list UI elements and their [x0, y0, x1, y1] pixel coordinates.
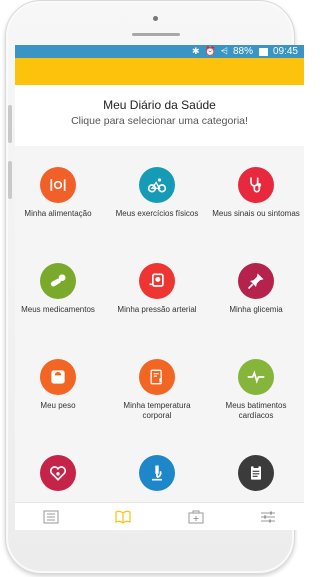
category-item-11[interactable]: [111, 455, 203, 497]
category-temperature[interactable]: Minha temperatura corporal: [111, 359, 203, 421]
category-label: Meus sinais ou sintomas: [212, 209, 300, 218]
category-grid: Minha alimentação Meus exercícios físico…: [15, 146, 304, 502]
scale-icon: [40, 359, 76, 395]
category-label: Meus medicamentos: [21, 305, 95, 314]
tab-list[interactable]: [15, 503, 87, 530]
category-symptoms[interactable]: Meus sinais ou sintomas: [210, 167, 302, 219]
pin-icon: [238, 263, 274, 299]
category-blood-pressure[interactable]: Minha pressão arterial: [111, 263, 203, 315]
stethoscope-icon: [238, 167, 274, 203]
signal-icon: ⩤: [220, 46, 228, 56]
book-icon: [115, 510, 131, 524]
alarm-icon: ⏰: [204, 46, 216, 56]
pills-icon: [40, 263, 76, 299]
tab-first-aid[interactable]: [160, 503, 232, 530]
category-label: Meus exercícios físicos: [115, 209, 199, 218]
category-food[interactable]: Minha alimentação: [15, 167, 104, 219]
app-bar: [15, 58, 304, 85]
clock: 09:45: [272, 46, 298, 57]
food-icon: [40, 167, 76, 203]
bluetooth-icon: ✱: [191, 46, 200, 56]
category-label: Minha alimentação: [24, 209, 92, 218]
thermometer-icon: [139, 359, 175, 395]
category-glycemia[interactable]: Minha glicemia: [210, 263, 302, 315]
sliders-icon: [260, 511, 275, 522]
heartbeat-icon: [238, 359, 274, 395]
volume-up-button: [8, 105, 12, 143]
category-medications[interactable]: Meus medicamentos: [15, 263, 104, 315]
category-label: Meus batimentos cardíacos: [225, 401, 287, 420]
category-label: Minha pressão arterial: [117, 305, 197, 314]
category-item-12[interactable]: [210, 455, 302, 497]
list-icon: [43, 510, 59, 523]
category-heart-rate[interactable]: Meus batimentos cardíacos: [210, 359, 302, 421]
volume-down-button: [8, 161, 12, 199]
battery-icon: [258, 47, 268, 56]
blood-pressure-icon: [139, 263, 175, 299]
page-subtitle: Clique para selecionar uma categoria!: [71, 115, 248, 127]
category-label: Minha glicemia: [229, 305, 283, 314]
category-label: Minha temperatura corporal: [123, 401, 191, 420]
battery-percent: 88%: [232, 46, 253, 57]
heart-stethoscope-icon: [40, 455, 76, 491]
category-exercise[interactable]: Meus exercícios físicos: [111, 167, 203, 219]
page-header: Meu Diário da Saúde Clique para selecion…: [15, 85, 304, 146]
tab-settings[interactable]: [232, 503, 304, 530]
tab-diary[interactable]: [87, 503, 159, 530]
first-aid-icon: [188, 510, 204, 523]
app-screen: ✱ ⏰ ⩤ 88% 09:45 Meu Diário da Saúde Cliq…: [15, 45, 304, 530]
page-title: Meu Diário da Saúde: [103, 98, 216, 112]
bicycle-icon: [139, 167, 175, 203]
front-camera: [153, 16, 158, 21]
category-weight[interactable]: Meu peso: [15, 359, 104, 411]
category-item-10[interactable]: [15, 455, 104, 497]
clipboard-icon: [238, 455, 274, 491]
microscope-icon: [139, 455, 175, 491]
earpiece-speaker: [132, 33, 180, 36]
status-bar: ✱ ⏰ ⩤ 88% 09:45: [15, 45, 304, 58]
category-label: Meu peso: [40, 401, 76, 410]
bottom-tab-bar: [15, 502, 304, 530]
